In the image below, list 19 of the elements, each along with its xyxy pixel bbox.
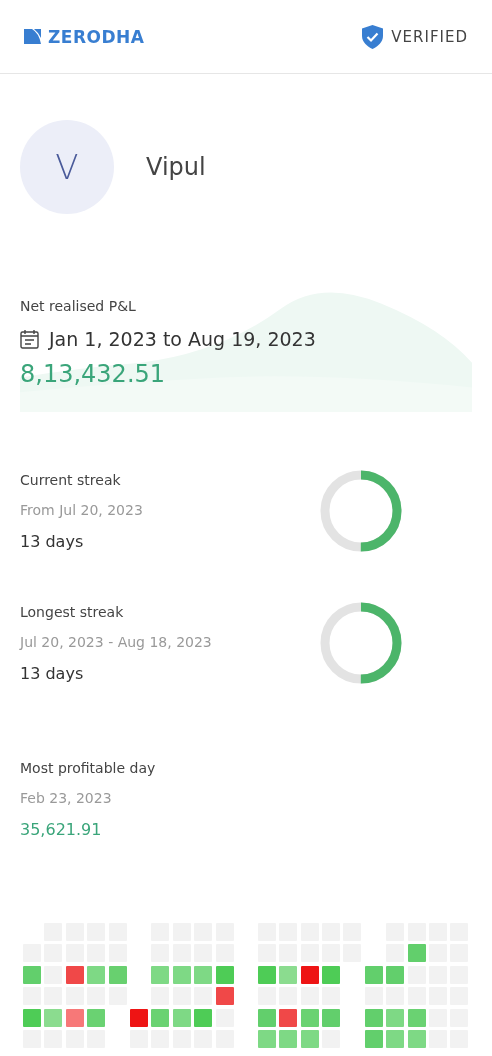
- verified-label: VERIFIED: [391, 27, 468, 46]
- avatar: V: [20, 120, 114, 214]
- user-name: Vipul: [146, 153, 206, 181]
- profitable-day-date: Feb 23, 2023: [20, 790, 113, 806]
- streak-period: Jul 20, 2023 - Aug 18, 2023: [20, 633, 212, 650]
- streak-label: Current streak: [20, 471, 122, 488]
- streak-label: Longest streak: [20, 603, 125, 620]
- brand-name: ZERODHA: [48, 26, 145, 47]
- shield-check-icon: [362, 24, 384, 49]
- pnl-value: 8,13,432.51: [20, 360, 167, 388]
- profitable-day-label: Most profitable day: [20, 760, 157, 776]
- calendar-icon: [20, 329, 39, 349]
- profitable-day-value: 35,621.91: [20, 820, 103, 839]
- logo-icon: [24, 29, 41, 44]
- streak-value: 13 days: [20, 663, 85, 683]
- pnl-label: Net realised P&L: [20, 298, 137, 314]
- streak-period: From Jul 20, 2023: [20, 501, 143, 518]
- date-range: Jan 1, 2023 to Aug 19, 2023: [49, 328, 316, 350]
- streak-value: 13 days: [20, 531, 85, 551]
